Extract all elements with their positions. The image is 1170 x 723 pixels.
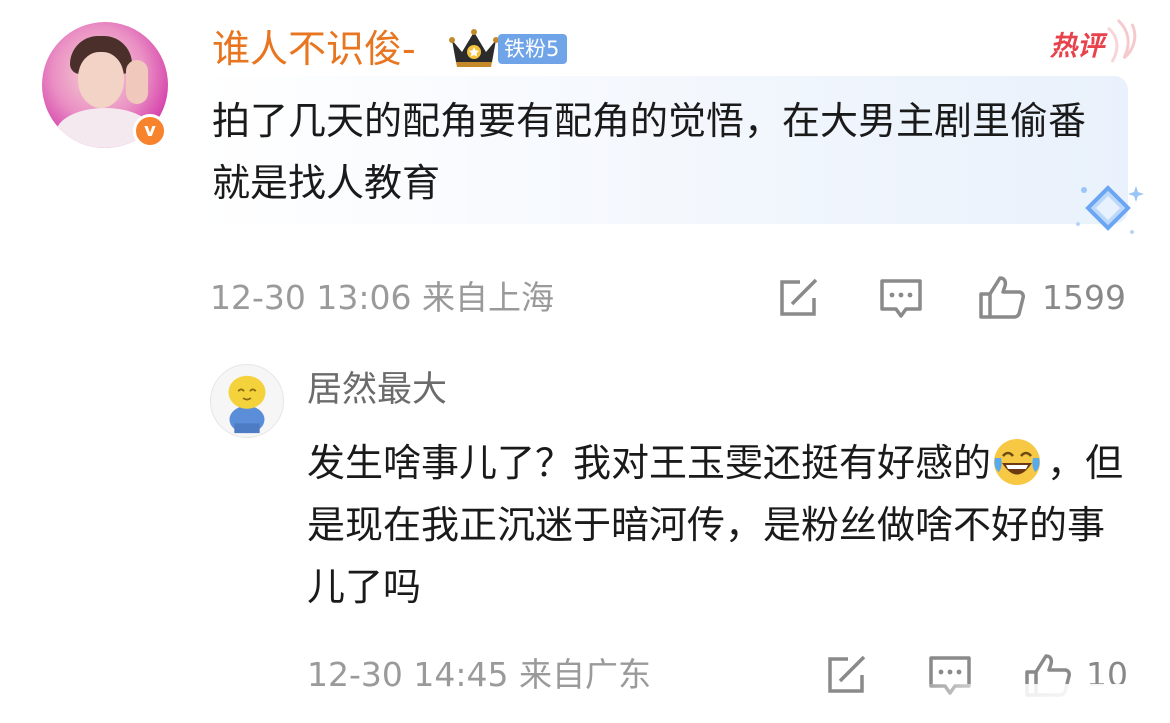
reply-user-avatar[interactable] [210, 364, 284, 438]
reply-comment-time: 12-30 14:45 [307, 655, 509, 694]
diamond-decoration-icon [1076, 185, 1144, 234]
reply-comment-location: 来自广东 [518, 655, 651, 694]
fan-level-badge: 铁粉5 [498, 34, 568, 64]
reply-share-icon[interactable] [826, 655, 868, 695]
hot-comment-tag: 热评 [1050, 31, 1104, 62]
crown-icon [449, 29, 499, 67]
reply-comment-text: 发生啥事儿了？我对王玉雯还挺有好感的 ，但是现在我正沉迷于暗河传，是粉丝做啥不好… [307, 432, 1127, 618]
main-username[interactable]: 谁人不识俊- [212, 26, 416, 72]
verified-v-icon: v [133, 114, 167, 148]
share-icon[interactable] [778, 278, 820, 318]
watermark-overlay [900, 684, 1170, 723]
main-comment-location: 来自上海 [421, 278, 554, 317]
reply-text-part-1: 发生啥事儿了？我对王玉雯还挺有好感的 [307, 441, 992, 485]
main-comment-text: 拍了几天的配角要有配角的觉悟，在大男主剧里偷番就是找人教育 [212, 99, 1087, 205]
main-comment-time: 12-30 13:06 [210, 278, 412, 317]
thumbs-up-icon[interactable] [978, 274, 1026, 320]
laughing-crying-emoji-icon [994, 439, 1041, 485]
comment-thread: v 谁人不识俊- 铁粉5 热评 拍了几天的配角要有配角的觉悟，在大男主剧里偷番就… [0, 0, 1170, 723]
comment-icon[interactable] [879, 278, 923, 320]
reply-comment-meta: 12-30 14:45 来自广东 [307, 655, 651, 695]
main-comment-meta: 12-30 13:06 来自上海 [210, 278, 554, 318]
reply-username[interactable]: 居然最大 [307, 368, 447, 412]
main-like-count: 1599 [1042, 278, 1126, 317]
